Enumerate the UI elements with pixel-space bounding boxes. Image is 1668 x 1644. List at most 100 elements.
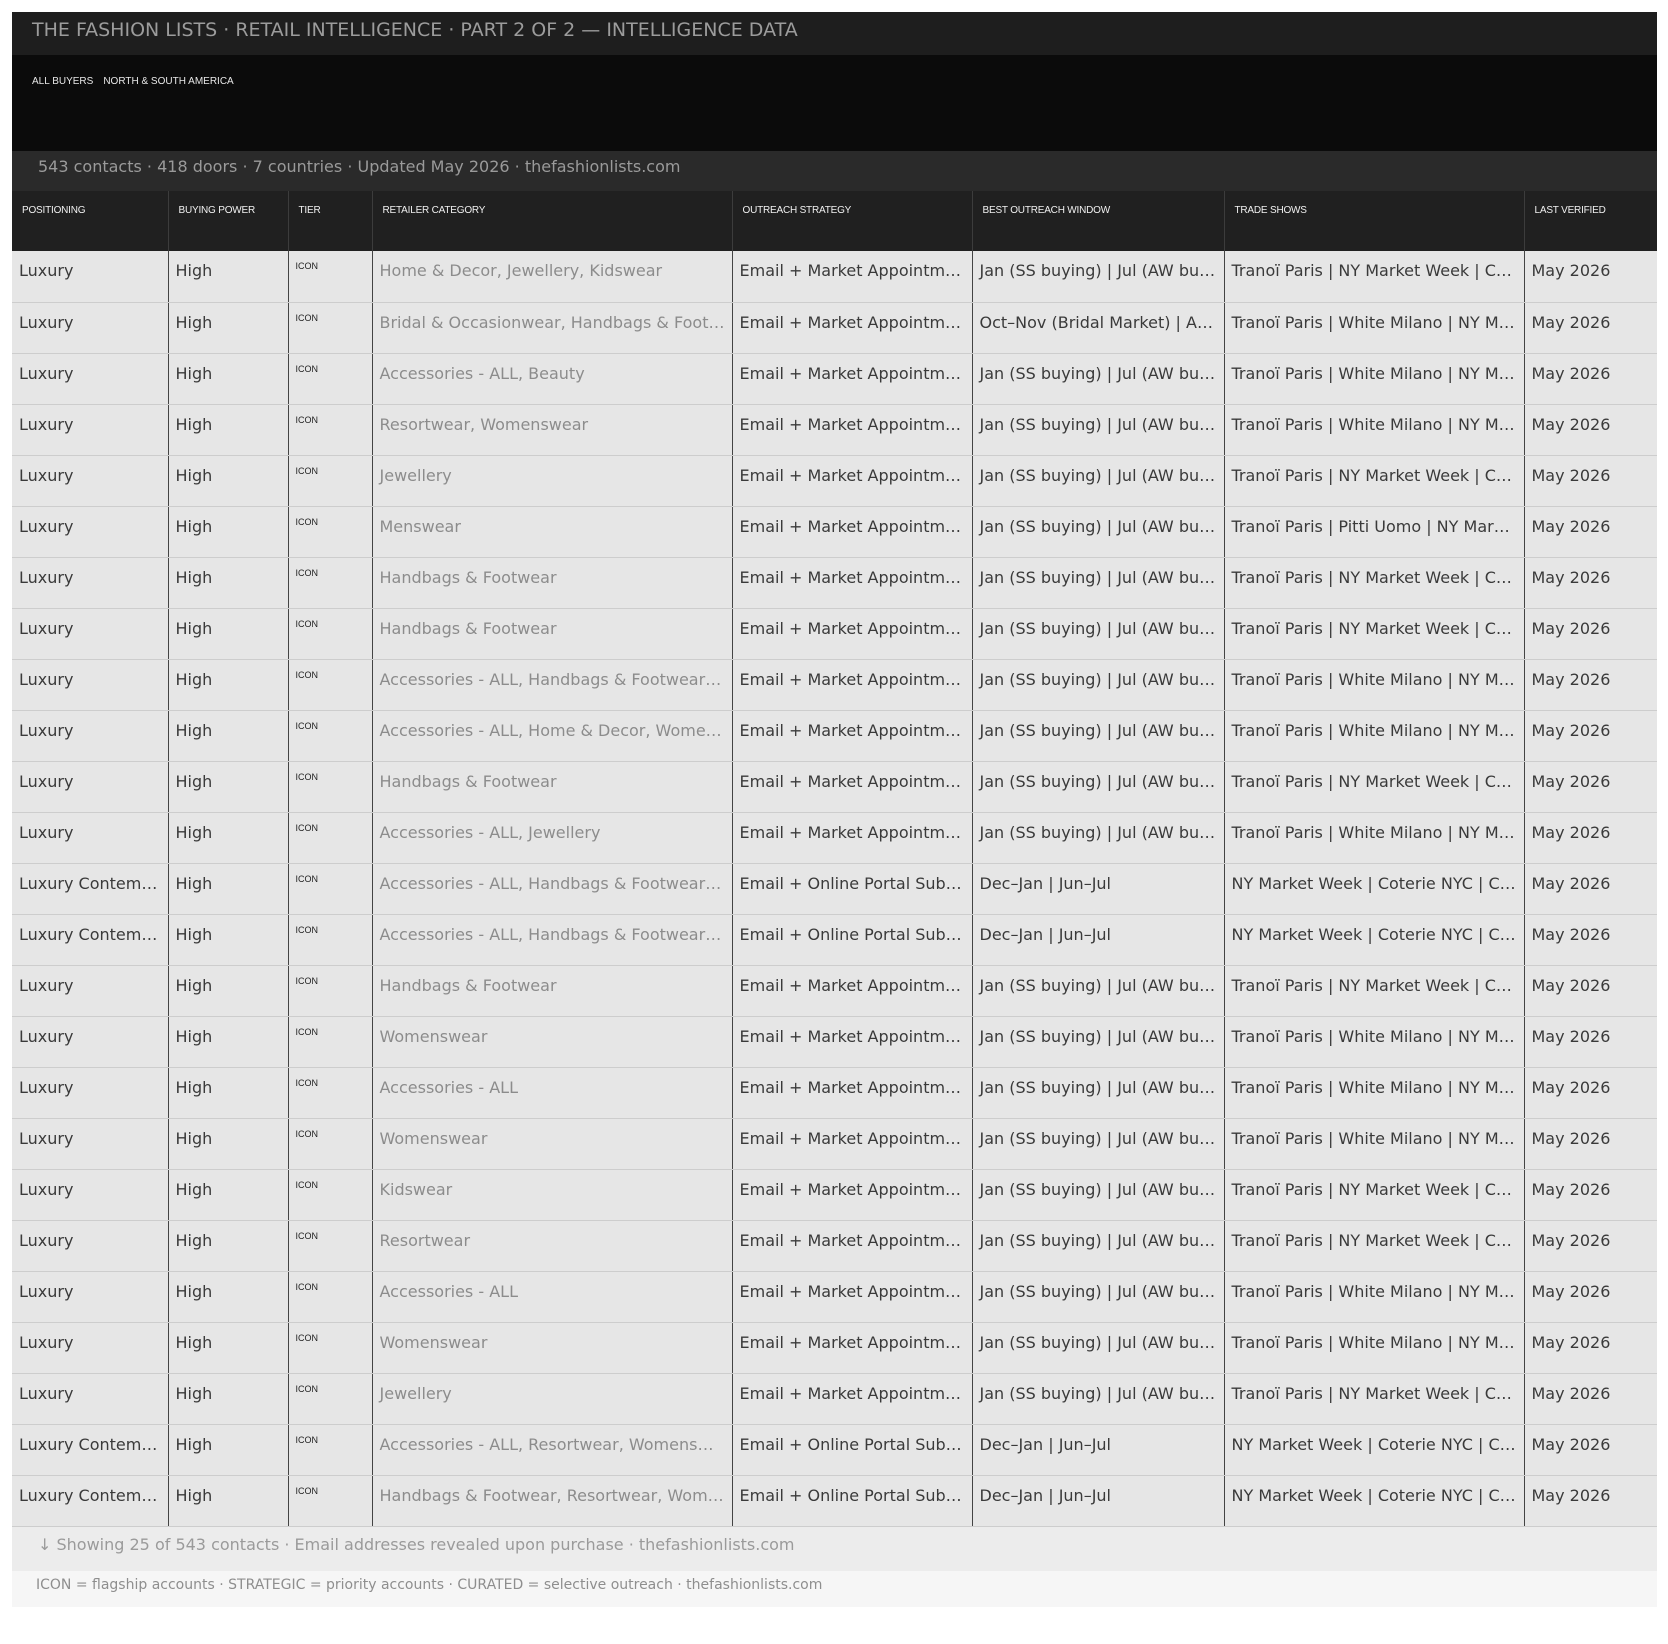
cell-trade-shows: Tranoï Paris | White Milano | NY Market … <box>1224 812 1525 864</box>
column-header-tier: Tier <box>288 191 373 251</box>
cell-outreach-window: Jan (SS buying) | Jul (AW buying) <box>972 659 1225 711</box>
cell-outreach-window: Jan (SS buying) | Jul (AW buying) <box>972 455 1225 507</box>
cell-outreach-strategy: Email + Online Portal Submission <box>732 863 973 915</box>
cell-trade-shows: Tranoï Paris | White Milano | NY Market … <box>1224 404 1525 456</box>
cell-last-verified: May 2026 <box>1524 557 1657 609</box>
cell-outreach-strategy: Email + Online Portal Submission <box>732 914 973 966</box>
cell-outreach-window: Jan (SS buying) | Jul (AW buying) <box>972 506 1225 558</box>
cell-trade-shows: Tranoï Paris | White Milano | NY Market … <box>1224 659 1525 711</box>
table-row: Luxury High ICON Resortwear Email + Market A… <box>12 1220 1657 1272</box>
cell-outreach-strategy: Email + Market Appointments <box>732 455 973 507</box>
cell-outreach-strategy: Email + Market Appointments <box>732 353 973 405</box>
cell-retailer-category: Home & Decor, Jewellery, Kidswear <box>372 251 733 303</box>
cell-retailer-category: Handbags & Footwear, Resortwear, Womensw… <box>372 1475 733 1527</box>
column-header-outreach-strategy: Outreach Strategy <box>732 191 973 251</box>
cell-positioning: Luxury <box>12 1220 169 1272</box>
cell-positioning: Luxury <box>12 812 169 864</box>
table-row: Luxury High ICON Handbags & Footwear Email +… <box>12 557 1657 609</box>
cell-tier: ICON <box>288 1067 373 1119</box>
cell-positioning: Luxury <box>12 659 169 711</box>
buyers-table: Positioning Buying Power Tier Retailer Cate… <box>12 191 1657 1527</box>
cell-outreach-strategy: Email + Market Appointments <box>732 1118 973 1170</box>
cell-outreach-window: Jan (SS buying) | Jul (AW buying) <box>972 1169 1225 1221</box>
cell-trade-shows: Tranoï Paris | White Milano | NY Market … <box>1224 1322 1525 1374</box>
cell-outreach-strategy: Email + Market Appointments <box>732 1169 973 1221</box>
cell-retailer-category: Accessories - ALL, Jewellery <box>372 812 733 864</box>
table-row: Luxury High ICON Kidswear Email + Market App… <box>12 1169 1657 1221</box>
cell-positioning: Luxury <box>12 353 169 405</box>
cell-outreach-window: Jan (SS buying) | Jul (AW buying) <box>972 404 1225 456</box>
cell-outreach-window: Oct–Nov (Bridal Market) | Apr–May <box>972 302 1225 354</box>
cell-buying-power: High <box>168 455 289 507</box>
region-banner: ALL BUYERS NORTH & SOUTH AMERICA <box>12 55 1657 151</box>
cell-tier: ICON <box>288 761 373 813</box>
cell-positioning: Luxury Contemporary <box>12 1424 169 1476</box>
cell-outreach-window: Jan (SS buying) | Jul (AW buying) <box>972 608 1225 660</box>
cell-retailer-category: Accessories - ALL <box>372 1067 733 1119</box>
table-row: Luxury High ICON Accessories - ALL Email + M… <box>12 1271 1657 1323</box>
cell-positioning: Luxury Contemporary <box>12 863 169 915</box>
cell-positioning: Luxury <box>12 404 169 456</box>
cell-positioning: Luxury <box>12 1271 169 1323</box>
cell-positioning: Luxury <box>12 557 169 609</box>
cell-tier: ICON <box>288 965 373 1017</box>
cell-retailer-category: Womenswear <box>372 1016 733 1068</box>
table-row: Luxury High ICON Handbags & Footwear Email +… <box>12 965 1657 1017</box>
cell-outreach-window: Jan (SS buying) | Jul (AW buying) <box>972 251 1225 303</box>
cell-tier: ICON <box>288 1169 373 1221</box>
cell-tier: ICON <box>288 812 373 864</box>
cell-tier: ICON <box>288 1271 373 1323</box>
cell-positioning: Luxury <box>12 1169 169 1221</box>
cell-tier: ICON <box>288 914 373 966</box>
cell-trade-shows: Tranoï Paris | NY Market Week | Coterie … <box>1224 1220 1525 1272</box>
cell-last-verified: May 2026 <box>1524 1067 1657 1119</box>
cell-retailer-category: Jewellery <box>372 1373 733 1425</box>
cell-tier: ICON <box>288 353 373 405</box>
cell-retailer-category: Womenswear <box>372 1322 733 1374</box>
table-row: Luxury ContemporaryHighICONAccessories -… <box>12 1424 1657 1476</box>
cell-outreach-window: Jan (SS buying) | Jul (AW buying) <box>972 1373 1225 1425</box>
cell-buying-power: High <box>168 1067 289 1119</box>
document-frame: THE FASHION LISTS · RETAIL INTELLIGENCE … <box>12 12 1657 1607</box>
cell-retailer-category: Bridal & Occasionwear, Handbags & Footwe… <box>372 302 733 354</box>
cell-outreach-window: Jan (SS buying) | Jul (AW buying) <box>972 1220 1225 1272</box>
cell-last-verified: May 2026 <box>1524 1271 1657 1323</box>
cell-retailer-category: Accessories - ALL, Resortwear, Womenswea… <box>372 1424 733 1476</box>
cell-retailer-category: Handbags & Footwear <box>372 761 733 813</box>
cell-tier: ICON <box>288 608 373 660</box>
cell-trade-shows: Tranoï Paris | White Milano | NY Market … <box>1224 1067 1525 1119</box>
cell-buying-power: High <box>168 965 289 1017</box>
cell-retailer-category: Resortwear, Womenswear <box>372 404 733 456</box>
cell-tier: ICON <box>288 1016 373 1068</box>
cell-last-verified: May 2026 <box>1524 1373 1657 1425</box>
cell-outreach-strategy: Email + Market Appointments <box>732 1373 973 1425</box>
cell-buying-power: High <box>168 557 289 609</box>
table-row: Luxury High ICON Womenswear Email + Market A… <box>12 1016 1657 1068</box>
cell-outreach-window: Jan (SS buying) | Jul (AW buying) <box>972 1118 1225 1170</box>
cell-trade-shows: Tranoï Paris | White Milano | NY Market … <box>1224 353 1525 405</box>
column-header-trade-shows: Trade Shows <box>1224 191 1525 251</box>
table-header-row: Positioning Buying Power Tier Retailer Cate… <box>12 191 1657 251</box>
cell-outreach-window: Jan (SS buying) | Jul (AW buying) <box>972 557 1225 609</box>
table-row: Luxury ContemporaryHighICONAccessories -… <box>12 914 1657 966</box>
cell-last-verified: May 2026 <box>1524 812 1657 864</box>
column-header-positioning: Positioning <box>12 191 169 251</box>
cell-trade-shows: Tranoï Paris | NY Market Week | Coterie … <box>1224 761 1525 813</box>
table-row: Luxury High ICON Womenswear Email + Market A… <box>12 1118 1657 1170</box>
cell-outreach-window: Jan (SS buying) | Jul (AW buying) <box>972 965 1225 1017</box>
table-row: Luxury High ICON Womenswear Email + Market A… <box>12 1322 1657 1374</box>
cell-positioning: Luxury Contemporary <box>12 914 169 966</box>
cell-retailer-category: Handbags & Footwear <box>372 965 733 1017</box>
cell-buying-power: High <box>168 914 289 966</box>
cell-last-verified: May 2026 <box>1524 608 1657 660</box>
tier-legend: ICON = flagship accounts · STRATEGIC = p… <box>12 1570 1657 1607</box>
cell-trade-shows: Tranoï Paris | White Milano | NY Market … <box>1224 1016 1525 1068</box>
cell-outreach-strategy: Email + Market Appointments <box>732 1322 973 1374</box>
cell-last-verified: May 2026 <box>1524 1220 1657 1272</box>
table-row: Luxury High ICON Accessories - ALL Email + M… <box>12 1067 1657 1119</box>
cell-outreach-window: Jan (SS buying) | Jul (AW buying) <box>972 1322 1225 1374</box>
table-body: Luxury High ICON Home & Decor, Jewellery, K… <box>12 251 1657 1527</box>
cell-outreach-window: Jan (SS buying) | Jul (AW buying) <box>972 1016 1225 1068</box>
cell-retailer-category: Handbags & Footwear <box>372 557 733 609</box>
cell-tier: ICON <box>288 506 373 558</box>
